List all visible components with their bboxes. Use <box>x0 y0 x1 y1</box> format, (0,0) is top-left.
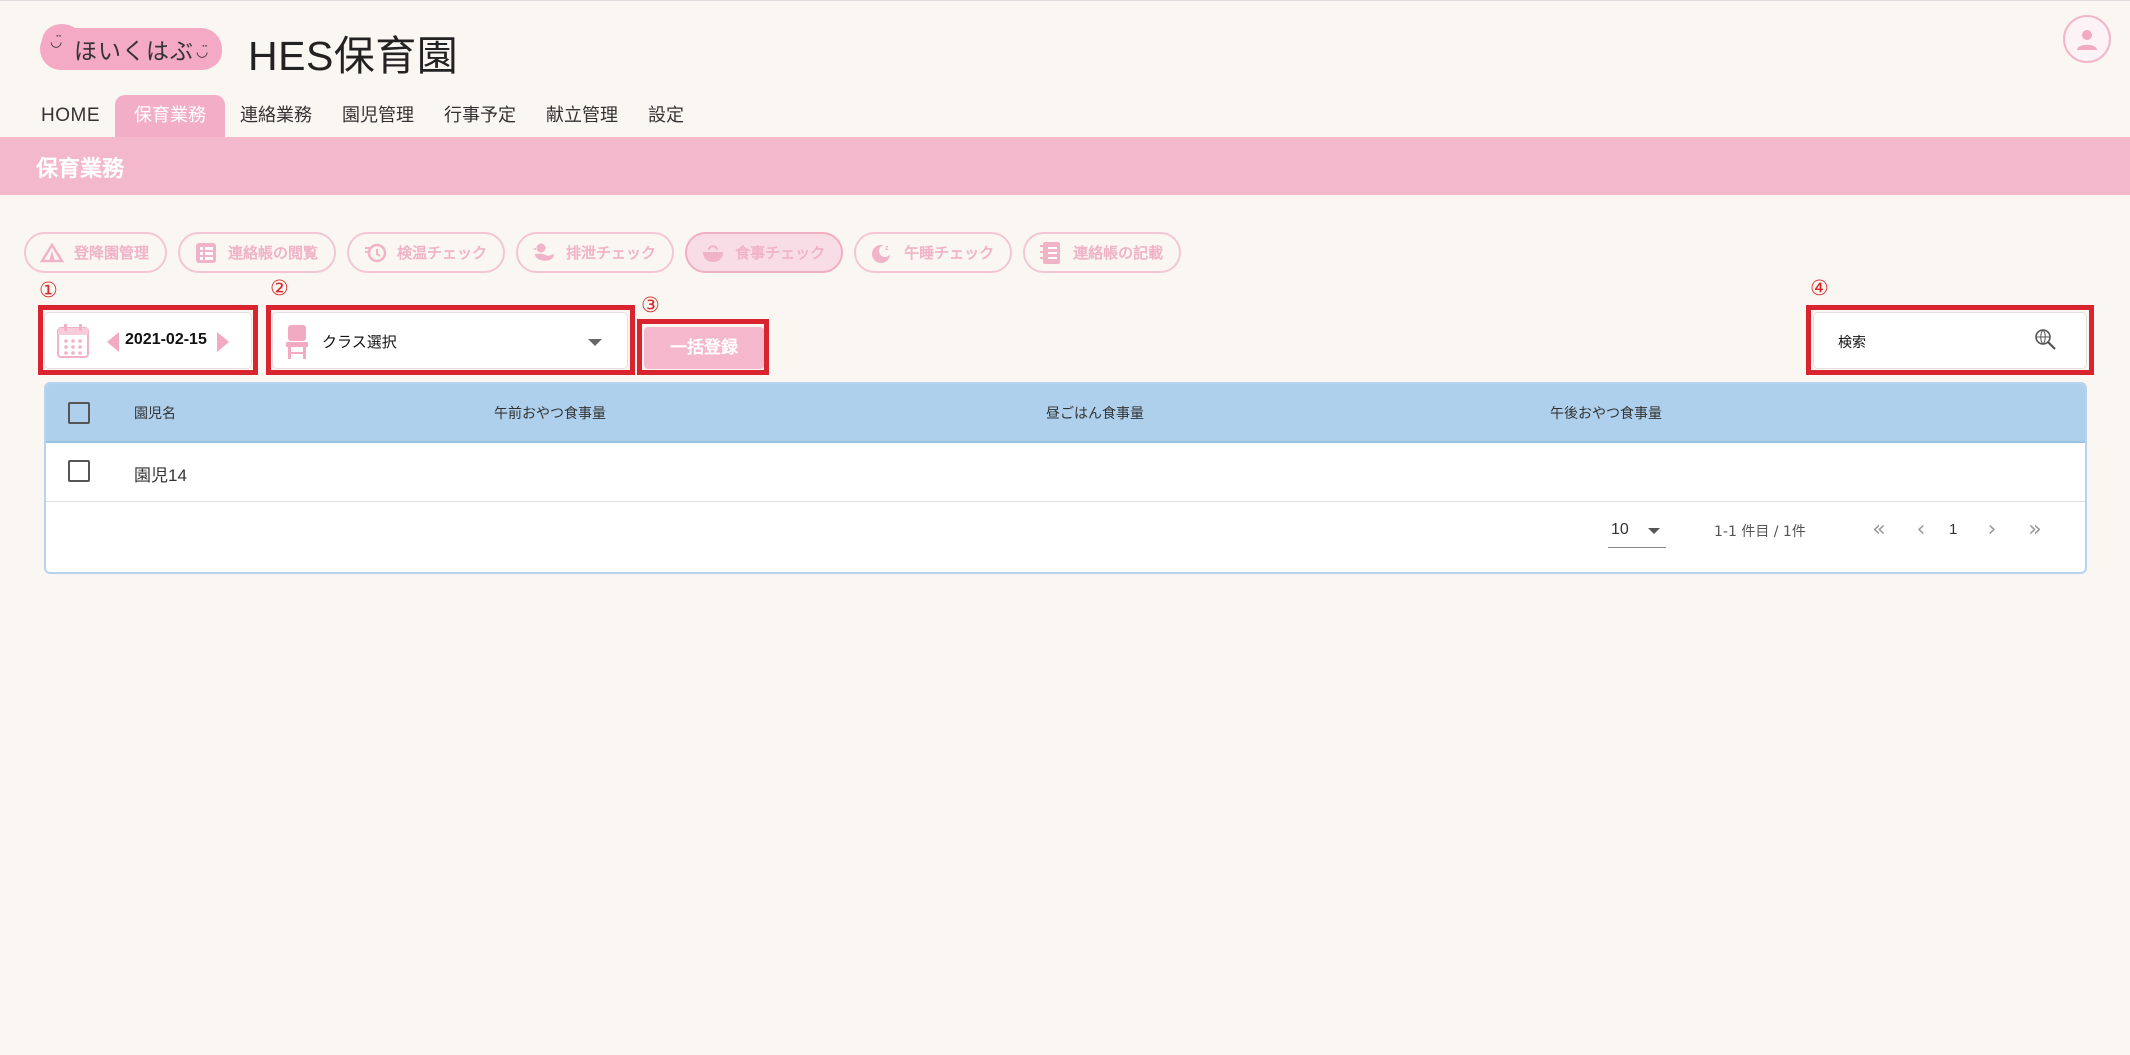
thermometer-icon <box>363 242 387 264</box>
column-header-pm-snack[interactable]: 午後おやつ食事量 <box>1550 403 1662 423</box>
subtab-label: 連絡帳の記載 <box>1073 244 1164 262</box>
subtab-label: 検温チェック <box>397 244 488 262</box>
logo-text: ほいくはぶ <box>74 39 194 65</box>
svg-text:z: z <box>885 245 889 252</box>
pagination-range: 1-1 件目 / 1件 <box>1714 524 1806 540</box>
annotation-marker-1: ① <box>39 278 58 302</box>
moon-icon: z <box>870 242 894 264</box>
first-page-icon[interactable]: « <box>1866 517 1892 543</box>
subtab-notebook-view[interactable]: 連絡帳の閲覧 <box>178 232 337 273</box>
subtab-label: 排泄チェック <box>566 244 657 262</box>
app-logo[interactable]: ◡̈ ほいくはぶ ◡̈ <box>40 24 222 70</box>
subtab-temperature-check[interactable]: 検温チェック <box>347 232 506 273</box>
tent-icon <box>40 242 64 264</box>
last-page-icon[interactable]: » <box>2022 517 2048 543</box>
meal-check-table: 園児名 午前おやつ食事量 昼ごはん食事量 午後おやつ食事量 園児14 10 1-… <box>44 382 2087 574</box>
nav-menu-management[interactable]: 献立管理 <box>531 95 633 137</box>
subtab-label: 連絡帳の閲覧 <box>228 244 319 262</box>
column-header-lunch[interactable]: 昼ごはん食事量 <box>1046 403 1144 423</box>
subtab-bar: 登降園管理 連絡帳の閲覧 検温チェック 排泄チェック 食事チェック z 午睡チェ… <box>24 232 1182 273</box>
subtab-notebook-write[interactable]: 連絡帳の記載 <box>1023 232 1182 273</box>
annotation-marker-2: ② <box>270 276 289 300</box>
row-checkbox[interactable] <box>68 460 90 482</box>
subtab-label: 食事チェック <box>735 244 826 262</box>
annotation-marker-4: ④ <box>1810 276 1829 300</box>
child-name: 園児14 <box>134 466 187 485</box>
column-header-am-snack[interactable]: 午前おやつ食事量 <box>494 403 606 423</box>
subtab-nap-check[interactable]: z 午睡チェック <box>854 232 1013 273</box>
logo-face-icon: ◡̈ <box>196 44 209 60</box>
column-header-child-name[interactable]: 園児名 <box>134 403 176 423</box>
page-title: 保育業務 <box>36 157 125 182</box>
site-title: HES保育園 <box>248 33 459 79</box>
subtab-label: 午睡チェック <box>904 244 995 262</box>
next-page-icon[interactable]: › <box>1979 517 2005 543</box>
rows-per-page-select[interactable]: 10 <box>1608 516 1666 548</box>
nav-settings[interactable]: 設定 <box>633 95 699 137</box>
main-nav: HOME 保育業務 連絡業務 園児管理 行事予定 献立管理 設定 <box>26 95 699 137</box>
user-avatar-button[interactable] <box>2063 15 2111 63</box>
top-border <box>0 0 2130 1</box>
annotation-box-2 <box>266 305 635 375</box>
pagination: 10 1-1 件目 / 1件 « ‹ 1 › » <box>46 504 2085 572</box>
select-all-checkbox[interactable] <box>68 402 90 424</box>
page-banner: 保育業務 <box>0 137 2130 195</box>
annotation-marker-3: ③ <box>641 293 660 317</box>
nav-childcare-work[interactable]: 保育業務 <box>115 95 225 137</box>
nav-communication[interactable]: 連絡業務 <box>225 95 327 137</box>
table-header: 園児名 午前おやつ食事量 昼ごはん食事量 午後おやつ食事量 <box>46 384 2085 443</box>
subtab-attendance[interactable]: 登降園管理 <box>24 232 168 273</box>
list-icon <box>194 242 218 264</box>
subtab-meal-check[interactable]: 食事チェック <box>685 232 844 273</box>
annotation-box-3 <box>637 319 769 375</box>
nav-children-management[interactable]: 園児管理 <box>327 95 429 137</box>
table-row[interactable]: 園児14 <box>46 443 2085 502</box>
annotation-box-4 <box>1806 305 2094 375</box>
nav-events[interactable]: 行事予定 <box>429 95 531 137</box>
logo-face-icon: ◡̈ <box>50 34 63 50</box>
nav-home[interactable]: HOME <box>26 95 115 137</box>
prev-page-icon[interactable]: ‹ <box>1908 517 1934 543</box>
annotation-box-1 <box>38 305 258 375</box>
user-icon <box>2077 30 2097 50</box>
current-page[interactable]: 1 <box>1949 521 1957 538</box>
bowl-icon <box>701 242 725 264</box>
subtab-label: 登降園管理 <box>74 244 150 262</box>
rows-per-page-value: 10 <box>1611 521 1629 538</box>
duck-icon <box>532 242 556 264</box>
chevron-down-icon <box>1648 528 1660 534</box>
subtab-excretion-check[interactable]: 排泄チェック <box>516 232 675 273</box>
notebook-icon <box>1039 241 1063 264</box>
